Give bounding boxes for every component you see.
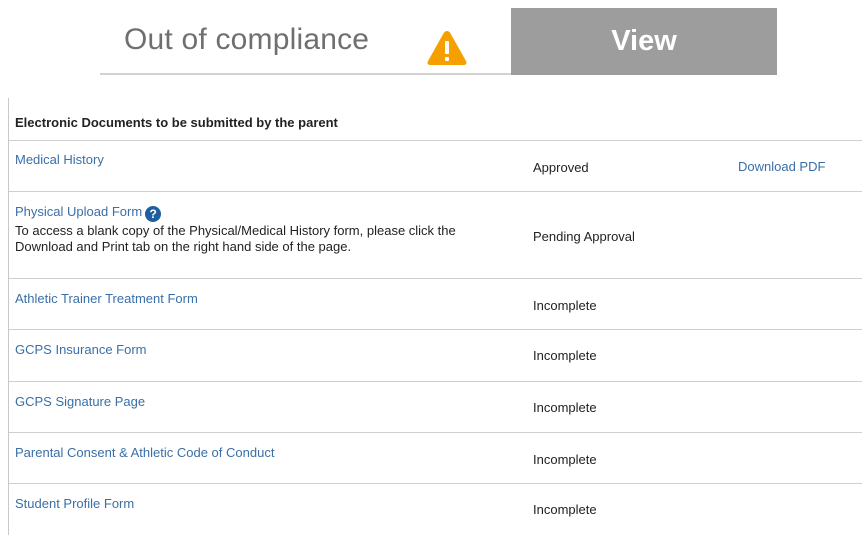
doc-link-parental-consent[interactable]: Parental Consent & Athletic Code of Cond…: [15, 445, 274, 460]
status-label: Incomplete: [533, 348, 597, 363]
status-label: Approved: [533, 160, 589, 175]
table-row: Athletic Trainer Treatment Form Incomple…: [9, 279, 862, 330]
warning-icon: [427, 31, 467, 65]
page: Out of compliance View Electronic Docume…: [0, 0, 862, 535]
doc-description: To access a blank copy of the Physical/M…: [15, 223, 456, 254]
documents-table: Electronic Documents to be submitted by …: [8, 98, 862, 535]
compliance-status-text: Out of compliance: [124, 23, 370, 56]
compliance-status-bar: Out of compliance View: [100, 8, 777, 75]
view-button[interactable]: View: [511, 8, 777, 75]
status-label: Incomplete: [533, 298, 597, 313]
doc-link-physical-upload-form[interactable]: Physical Upload Form: [15, 204, 142, 219]
documents-table-header: Electronic Documents to be submitted by …: [9, 98, 862, 141]
table-row: Student Profile Form Incomplete: [9, 484, 862, 535]
status-label: Incomplete: [533, 400, 597, 415]
doc-link-athletic-trainer-treatment-form[interactable]: Athletic Trainer Treatment Form: [15, 291, 198, 306]
doc-link-medical-history[interactable]: Medical History: [15, 152, 104, 167]
status-label: Incomplete: [533, 502, 597, 517]
doc-link-gcps-signature-page[interactable]: GCPS Signature Page: [15, 394, 145, 409]
table-row: GCPS Signature Page Incomplete: [9, 382, 862, 433]
download-pdf-link[interactable]: Download PDF: [738, 159, 825, 174]
table-row: GCPS Insurance Form Incomplete: [9, 330, 862, 382]
doc-link-gcps-insurance-form[interactable]: GCPS Insurance Form: [15, 342, 147, 357]
table-row: Parental Consent & Athletic Code of Cond…: [9, 433, 862, 484]
table-row: Physical Upload Form? To access a blank …: [9, 192, 862, 279]
status-label: Incomplete: [533, 452, 597, 467]
help-icon[interactable]: ?: [145, 206, 162, 222]
doc-title-wrap: Physical Upload Form?: [15, 204, 162, 222]
doc-link-student-profile-form[interactable]: Student Profile Form: [15, 496, 134, 511]
compliance-status: Out of compliance: [100, 8, 511, 75]
status-label: Pending Approval: [533, 229, 635, 244]
table-row: Medical History Approved Download PDF: [9, 141, 862, 192]
